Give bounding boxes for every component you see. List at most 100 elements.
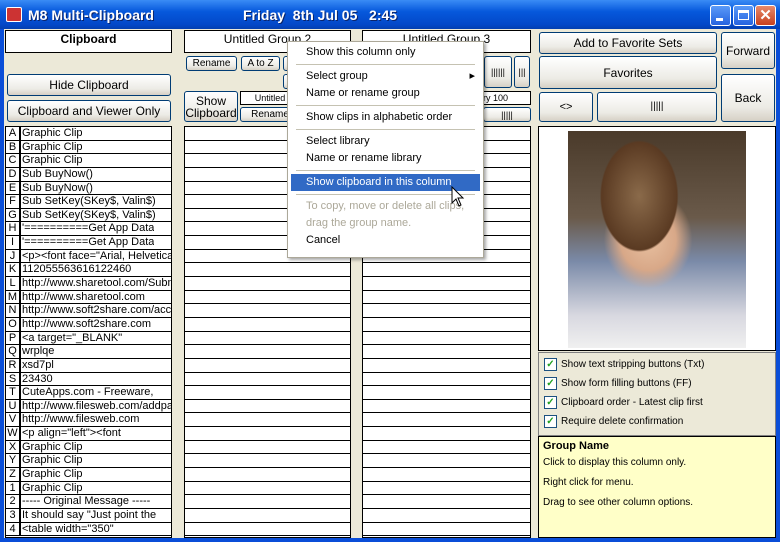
clip-row[interactable]: A Graphic Clip — [6, 127, 171, 141]
empty-clip-row[interactable] — [363, 454, 530, 469]
empty-clip-row[interactable] — [185, 468, 350, 482]
show-clipboard-button[interactable]: Show Clipboard — [184, 91, 238, 122]
empty-clip-row[interactable] — [185, 291, 350, 305]
empty-clip-row[interactable] — [185, 318, 350, 332]
app-icon[interactable] — [6, 7, 22, 22]
empty-clip-row[interactable] — [363, 468, 530, 482]
clipboard-header[interactable]: Clipboard — [5, 30, 172, 53]
clip-row[interactable]: C Graphic Clip — [6, 154, 171, 168]
empty-clip-row[interactable] — [363, 441, 530, 455]
empty-clip-row[interactable] — [185, 413, 350, 428]
empty-clip-row[interactable] — [185, 482, 350, 496]
empty-clip-row[interactable] — [363, 332, 530, 346]
option-checkbox[interactable]: ✓ Clipboard order - Latest clip first — [539, 393, 775, 412]
empty-clip-row[interactable] — [363, 373, 530, 387]
clip-row[interactable]: F Sub SetKey(SKey$, Valin$) — [6, 195, 171, 209]
clip-row[interactable]: Uhttp://www.filesweb.com/addpa — [6, 399, 171, 414]
empty-clip-row[interactable] — [363, 386, 530, 400]
rename-button[interactable]: Rename — [186, 56, 237, 71]
empty-clip-row[interactable] — [185, 386, 350, 400]
empty-clip-row[interactable] — [363, 345, 530, 359]
clip-row[interactable]: P <a target="_BLANK" — [6, 331, 171, 346]
empty-clip-row[interactable] — [363, 263, 530, 278]
empty-clip-row[interactable] — [185, 400, 350, 414]
clip-row[interactable]: 4 <table width="350" — [6, 522, 171, 537]
empty-clip-row[interactable] — [185, 509, 350, 523]
empty-clip-row[interactable] — [185, 441, 350, 455]
clip-row[interactable]: E Sub BuyNow() — [6, 181, 171, 196]
empty-clip-row[interactable] — [363, 318, 530, 332]
clip-row[interactable]: X Graphic Clip — [6, 440, 171, 455]
a-to-z-button[interactable]: A to Z — [241, 56, 280, 71]
empty-clip-row[interactable] — [185, 523, 350, 537]
menu-cancel[interactable]: Cancel — [288, 232, 483, 249]
empty-clip-row[interactable] — [363, 304, 530, 318]
clip-row[interactable]: Y Graphic Clip — [6, 454, 171, 469]
empty-clip-row[interactable] — [185, 345, 350, 359]
clip-row[interactable]: H '==========Get App Data — [6, 222, 171, 237]
empty-clip-row[interactable] — [185, 304, 350, 318]
clip-row[interactable]: Mhttp://www.sharetool.com — [6, 290, 171, 305]
empty-clip-row[interactable] — [363, 359, 530, 373]
empty-clip-row[interactable] — [185, 427, 350, 441]
option-checkbox[interactable]: ✓ Require delete confirmation — [539, 412, 775, 431]
menu-select-group[interactable]: Select group ▸ — [288, 68, 483, 85]
empty-clip-row[interactable] — [185, 359, 350, 373]
clip-row[interactable]: Lhttp://www.sharetool.com/Subm — [6, 277, 171, 291]
empty-clip-row[interactable] — [363, 400, 530, 414]
clip-row[interactable]: 2 ----- Original Message ----- — [6, 495, 171, 509]
code-button[interactable]: <> — [539, 92, 593, 122]
clip-row[interactable]: T CuteApps.com - Freeware, — [6, 386, 171, 400]
empty-clip-row[interactable] — [185, 373, 350, 387]
clip-row[interactable]: Qwrplqe — [6, 345, 171, 359]
checkbox-icon[interactable]: ✓ — [544, 396, 557, 409]
clip-row[interactable]: 3 It should say "Just point the — [6, 508, 171, 523]
empty-clip-row[interactable] — [185, 332, 350, 346]
maximize-button[interactable] — [733, 5, 754, 26]
empty-clip-row[interactable] — [363, 277, 530, 291]
empty-clip-row[interactable] — [185, 454, 350, 469]
option-checkbox[interactable]: ✓ Show text stripping buttons (Txt) — [539, 355, 775, 374]
menu-select-library[interactable]: Select library — [288, 133, 483, 150]
close-button[interactable]: ✕ — [755, 5, 776, 26]
forward-button[interactable]: Forward — [721, 32, 775, 69]
clip-row[interactable]: D Sub BuyNow() — [6, 167, 171, 182]
clip-row[interactable]: Nhttp://www.soft2share.com/acc — [6, 304, 171, 318]
clip-row[interactable]: Vhttp://www.filesweb.com — [6, 413, 171, 428]
hide-clipboard-button[interactable]: Hide Clipboard — [7, 74, 171, 96]
menu-rename-library[interactable]: Name or rename library — [288, 150, 483, 167]
group3-bars-button-2[interactable]: ||||| — [483, 107, 531, 122]
empty-clip-row[interactable] — [185, 263, 350, 278]
empty-clip-row[interactable] — [363, 509, 530, 523]
option-checkbox[interactable]: ✓ Show form filling buttons (FF) — [539, 374, 775, 393]
checkbox-icon[interactable]: ✓ — [544, 358, 557, 371]
clip-row[interactable]: Rxsd7pl — [6, 358, 171, 373]
menu-rename-group[interactable]: Name or rename group — [288, 85, 483, 102]
menu-show-column-only[interactable]: Show this column only — [288, 44, 483, 61]
empty-clip-row[interactable] — [363, 413, 530, 428]
empty-clip-row[interactable] — [363, 523, 530, 537]
add-favorite-sets-button[interactable]: Add to Favorite Sets — [539, 32, 717, 54]
clip-row[interactable]: G Sub SetKey(SKey$, Valin$) — [6, 208, 171, 223]
clip-row[interactable]: W <p align="left"><font — [6, 427, 171, 441]
checkbox-icon[interactable]: ✓ — [544, 415, 557, 428]
clip-row[interactable]: J <p><font face="Arial, Helvetica, — [6, 249, 171, 264]
empty-clip-row[interactable] — [363, 427, 530, 441]
clipboard-list[interactable]: A Graphic Clip B Graphic Clip C Graphic Clip D… — [5, 126, 172, 538]
empty-clip-row[interactable] — [363, 291, 530, 305]
clip-row[interactable]: K 112055563616122460 — [6, 263, 171, 278]
group3-small-button[interactable]: ||| — [514, 56, 530, 88]
clip-row[interactable]: I '==========Get App Data — [6, 236, 171, 250]
clip-row[interactable]: B Graphic Clip — [6, 140, 171, 155]
clip-row[interactable]: 1 Graphic Clip — [6, 481, 171, 496]
empty-clip-row[interactable] — [363, 482, 530, 496]
group3-bars-button[interactable]: |||||| — [484, 56, 512, 88]
favorites-button[interactable]: Favorites — [539, 56, 717, 89]
clipboard-viewer-only-button[interactable]: Clipboard and Viewer Only — [7, 100, 171, 122]
back-button[interactable]: Back — [721, 74, 775, 122]
empty-clip-row[interactable] — [185, 495, 350, 509]
empty-clip-row[interactable] — [185, 277, 350, 291]
checkbox-icon[interactable]: ✓ — [544, 377, 557, 390]
empty-clip-row[interactable] — [363, 495, 530, 509]
minimize-button[interactable] — [710, 5, 731, 26]
